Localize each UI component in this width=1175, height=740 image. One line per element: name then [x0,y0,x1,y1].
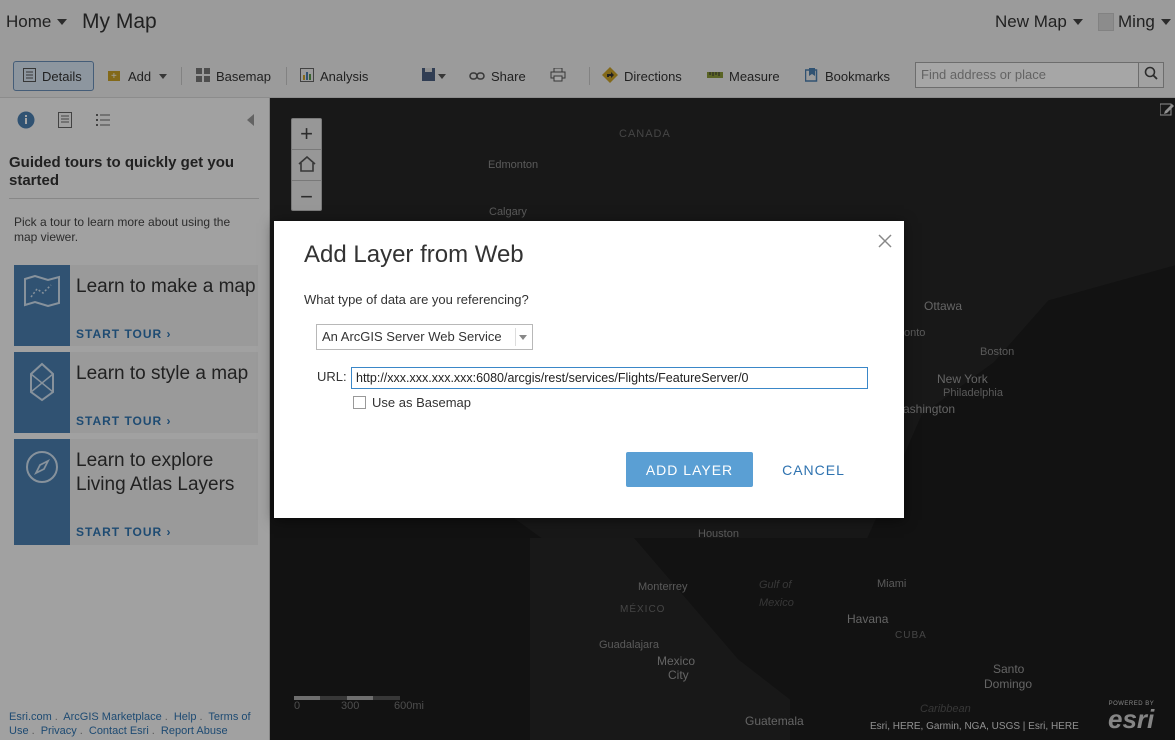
add-layer-button[interactable]: ADD LAYER [626,452,753,487]
close-button[interactable] [878,231,892,254]
data-type-question: What type of data are you referencing? [304,292,529,307]
add-layer-dialog: Add Layer from Web What type of data are… [274,221,904,518]
data-type-select[interactable]: An ArcGIS Server Web Service [316,324,533,350]
dialog-title: Add Layer from Web [304,241,524,268]
close-icon [878,234,892,248]
data-type-value: An ArcGIS Server Web Service [322,329,502,344]
use-as-basemap-checkbox[interactable] [353,396,366,409]
url-input[interactable]: http://xxx.xxx.xxx.xxx:6080/arcgis/rest/… [351,367,868,389]
use-as-basemap-label: Use as Basemap [372,395,471,410]
chevron-down-icon [519,335,527,340]
url-label: URL: [317,369,347,384]
cancel-button[interactable]: CANCEL [772,452,855,487]
